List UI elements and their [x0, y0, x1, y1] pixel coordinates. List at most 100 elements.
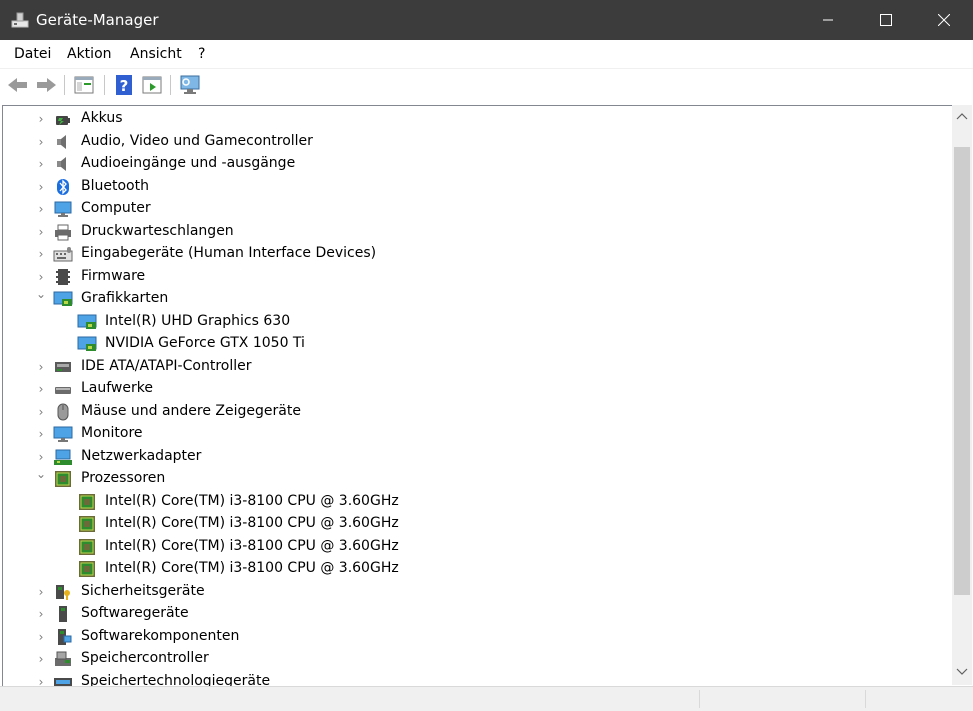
tree-category[interactable]: › Speichercontroller: [3, 648, 951, 670]
tree-category[interactable]: ⌄ Prozessoren: [3, 466, 951, 490]
tree-category[interactable]: › Akkus: [3, 108, 951, 130]
mouse-icon: [57, 403, 69, 420]
status-bar: [0, 686, 973, 711]
help-icon[interactable]: ?: [112, 73, 136, 97]
processor-icon: [79, 516, 95, 532]
title-bar: Geräte-Manager: [0, 0, 973, 40]
chevron-right-icon[interactable]: ›: [34, 426, 48, 442]
tree-category[interactable]: › Laufwerke: [3, 378, 951, 400]
tree-category[interactable]: › Druckwarteschlangen: [3, 221, 951, 243]
tree-category[interactable]: › Softwaregeräte: [3, 603, 951, 625]
chevron-right-icon[interactable]: ›: [34, 606, 48, 622]
tree-category[interactable]: › Computer: [3, 198, 951, 220]
minimize-button[interactable]: [799, 0, 857, 40]
chevron-right-icon[interactable]: ›: [34, 111, 48, 127]
tree-category[interactable]: › Audioeingänge und -ausgänge: [3, 153, 951, 175]
tree-device[interactable]: Intel(R) Core(TM) i3-8100 CPU @ 3.60GHz: [3, 513, 951, 535]
tree-category[interactable]: › Eingabegeräte (Human Interface Devices): [3, 243, 951, 265]
properties-pane-icon[interactable]: [72, 73, 96, 97]
chevron-right-icon[interactable]: ›: [34, 629, 48, 645]
tree-category[interactable]: › Audio, Video und Gamecontroller: [3, 131, 951, 153]
chevron-down-icon[interactable]: ⌄: [34, 466, 48, 482]
chevron-right-icon[interactable]: ›: [34, 246, 48, 262]
tree-item-label: Softwarekomponenten: [81, 627, 240, 644]
battery-icon: [56, 116, 70, 125]
tree-category[interactable]: › IDE ATA/ATAPI-Controller: [3, 356, 951, 378]
device-tree[interactable]: › Akkus › Audio, Video und Gamecontroller › A…: [2, 105, 972, 687]
chevron-right-icon[interactable]: ›: [34, 269, 48, 285]
chevron-right-icon[interactable]: ›: [34, 674, 48, 687]
tree-category[interactable]: › Firmware: [3, 266, 951, 288]
tree-item-label: Intel(R) Core(TM) i3-8100 CPU @ 3.60GHz: [105, 537, 399, 554]
monitor-icon: [53, 426, 73, 442]
menu-datei[interactable]: Datei: [14, 46, 51, 62]
tree-device[interactable]: Intel(R) UHD Graphics 630: [3, 311, 951, 333]
chevron-right-icon[interactable]: ›: [34, 134, 48, 150]
scan-hardware-icon[interactable]: [178, 73, 202, 97]
display-adapter-icon: [77, 336, 97, 351]
tree-category[interactable]: › Speichertechnologiegeräte: [3, 671, 951, 687]
tree-category[interactable]: ⌄ Grafikkarten: [3, 286, 951, 310]
printer-icon: [55, 224, 71, 240]
tree-device[interactable]: Intel(R) Core(TM) i3-8100 CPU @ 3.60GHz: [3, 491, 951, 513]
scrollbar-thumb[interactable]: [954, 147, 970, 595]
menu-ansicht[interactable]: Ansicht: [130, 46, 182, 62]
chevron-right-icon[interactable]: ›: [34, 156, 48, 172]
tree-device[interactable]: Intel(R) Core(TM) i3-8100 CPU @ 3.60GHz: [3, 536, 951, 558]
scroll-down-icon[interactable]: [956, 667, 968, 677]
tree-device[interactable]: NVIDIA GeForce GTX 1050 Ti: [3, 333, 951, 355]
tree-category[interactable]: › Netzwerkadapter: [3, 446, 951, 468]
tree-category[interactable]: › Mäuse und andere Zeigegeräte: [3, 401, 951, 423]
chevron-right-icon[interactable]: ›: [34, 404, 48, 420]
hid-icon: [53, 247, 73, 262]
tree-item-label: Akkus: [81, 110, 123, 126]
toolbar-separator: [104, 75, 105, 95]
chevron-down-icon[interactable]: ⌄: [34, 286, 48, 302]
tree-item-label: Audioeingänge und -ausgänge: [81, 155, 296, 171]
status-separator: [699, 690, 700, 708]
tree-device[interactable]: Intel(R) Core(TM) i3-8100 CPU @ 3.60GHz: [3, 558, 951, 580]
vertical-scrollbar[interactable]: [952, 105, 972, 685]
storage-controller-icon: [55, 651, 71, 666]
chevron-right-icon[interactable]: ›: [34, 381, 48, 397]
menu-bar: Datei Aktion Ansicht ?: [0, 40, 973, 69]
chevron-right-icon[interactable]: ›: [34, 224, 48, 240]
tree-category[interactable]: › Monitore: [3, 423, 951, 445]
chevron-right-icon[interactable]: ›: [34, 584, 48, 600]
tree-item-label: Firmware: [81, 267, 146, 284]
tree-category[interactable]: › Softwarekomponenten: [3, 626, 951, 648]
chevron-right-icon[interactable]: ›: [34, 179, 48, 195]
status-separator: [865, 690, 866, 708]
forward-icon[interactable]: [34, 73, 58, 97]
tree-item-label: Grafikkarten: [81, 290, 169, 306]
menu-aktion[interactable]: Aktion: [67, 46, 112, 62]
tree-item-label: Intel(R) Core(TM) i3-8100 CPU @ 3.60GHz: [105, 492, 399, 509]
maximize-button[interactable]: [857, 0, 915, 40]
software-device-icon: [59, 606, 67, 622]
menu-help[interactable]: ?: [198, 46, 205, 62]
processor-icon: [55, 471, 71, 487]
tree-item-label: Sicherheitsgeräte: [81, 582, 205, 599]
tree-item-label: Intel(R) Core(TM) i3-8100 CPU @ 3.60GHz: [105, 515, 399, 531]
display-adapter-icon: [53, 291, 73, 306]
processor-icon: [79, 493, 95, 510]
tree-item-label: Speichertechnologiegeräte: [81, 672, 271, 687]
toolbar: ?: [0, 69, 973, 101]
tree-category[interactable]: › Bluetooth: [3, 176, 951, 198]
close-button[interactable]: [915, 0, 973, 40]
chevron-right-icon[interactable]: ›: [34, 201, 48, 217]
processor-icon: [79, 561, 95, 577]
back-icon[interactable]: [6, 73, 30, 97]
chevron-right-icon[interactable]: ›: [34, 359, 48, 375]
svg-text:?: ?: [120, 77, 129, 95]
tree-item-label: Softwaregeräte: [81, 605, 189, 621]
speaker-icon: [57, 157, 66, 171]
scroll-up-icon[interactable]: [956, 111, 968, 121]
tree-item-label: Netzwerkadapter: [81, 447, 202, 464]
run-icon[interactable]: [140, 73, 164, 97]
chevron-right-icon[interactable]: ›: [34, 651, 48, 667]
tree-category[interactable]: › Sicherheitsgeräte: [3, 581, 951, 603]
chevron-right-icon[interactable]: ›: [34, 449, 48, 465]
network-adapter-icon: [54, 449, 72, 465]
toolbar-separator: [170, 75, 171, 95]
